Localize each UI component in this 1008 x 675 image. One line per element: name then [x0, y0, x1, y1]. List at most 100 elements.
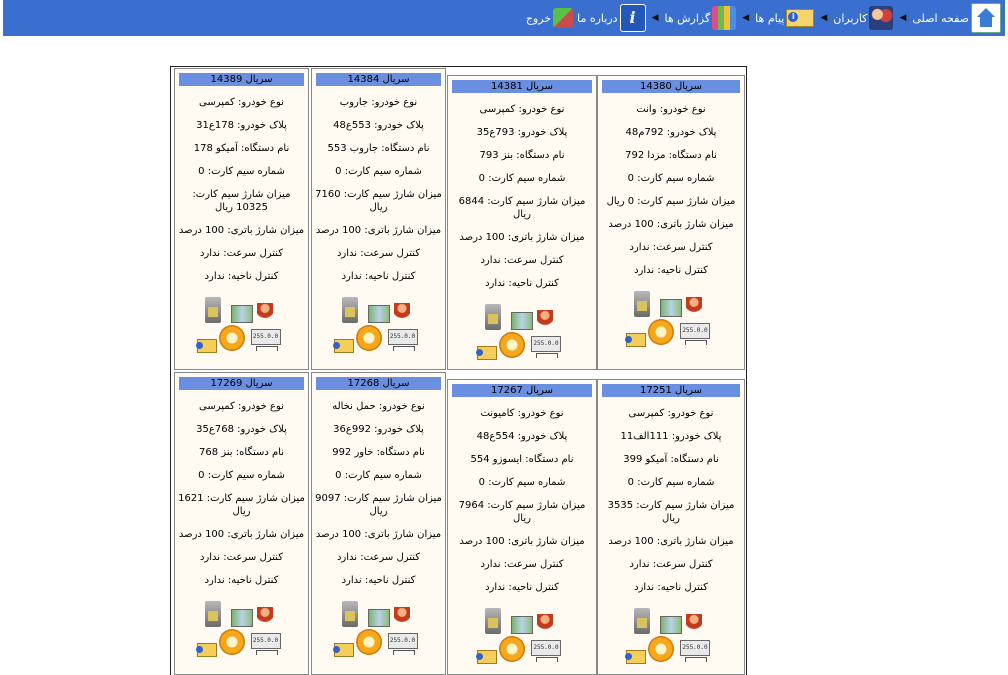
send-message-icon[interactable]	[625, 333, 646, 347]
map-icon[interactable]	[511, 616, 533, 634]
zone-control: کنترل ناحیه: ندارد	[485, 278, 559, 289]
sim-card-icon[interactable]	[341, 601, 358, 627]
map-icon[interactable]	[660, 616, 682, 634]
map-icon[interactable]	[367, 609, 390, 627]
driver-icon[interactable]	[256, 303, 273, 321]
network-ip-icon[interactable]: 255.0.0	[680, 640, 710, 662]
sim-number: شماره سیم کارت: 0	[627, 477, 715, 488]
send-message-icon[interactable]	[476, 346, 497, 360]
refresh-icon[interactable]	[218, 325, 245, 351]
message-icon	[786, 9, 815, 27]
refresh-icon[interactable]	[355, 629, 382, 655]
speed-control: کنترل سرعت: ندارد	[480, 255, 564, 266]
battery-charge: میزان شارژ باتری: 100 درصد	[608, 536, 734, 547]
send-message-icon[interactable]	[195, 339, 217, 353]
network-ip-icon[interactable]: 255.0.0	[531, 336, 561, 358]
nav-about-label: درباره ما	[577, 11, 618, 25]
vehicle-type: نوع خودرو: کامیونت	[480, 408, 564, 419]
vehicle-serial-title[interactable]: سریال 17267	[452, 384, 592, 397]
sim-charge: میزان شارژ سیم کارت: 7964 ریال	[458, 500, 586, 524]
network-ip-icon[interactable]: 255.0.0	[250, 329, 281, 351]
network-ip-icon[interactable]: 255.0.0	[387, 329, 418, 351]
refresh-icon[interactable]	[218, 629, 245, 655]
zone-control: کنترل ناحیه: ندارد	[341, 271, 416, 282]
sim-charge: میزان شارژ سیم کارت: 6844 ریال	[458, 196, 586, 220]
nav-users[interactable]: کاربران	[833, 6, 894, 30]
driver-icon[interactable]	[393, 607, 410, 625]
send-message-icon[interactable]	[195, 643, 217, 657]
sim-charge: میزان شارژ سیم کارت: 7160 ریال	[315, 189, 442, 213]
driver-icon[interactable]	[686, 297, 702, 315]
map-icon[interactable]	[660, 299, 682, 317]
vehicle-plate: پلاک خودرو: 792م48	[625, 127, 717, 138]
map-icon[interactable]	[511, 312, 533, 330]
speed-control: کنترل سرعت: ندارد	[336, 248, 421, 259]
refresh-icon[interactable]	[355, 325, 382, 351]
device-name: نام دستگاه: ایسوزو 554	[470, 454, 574, 465]
exit-icon	[553, 8, 574, 28]
vehicle-card: سریال 17267 نوع خودرو: کامیونت پلاک خودر…	[447, 379, 597, 675]
nav-separator-icon: ◀	[742, 13, 750, 23]
sim-number: شماره سیم کارت: 0	[627, 173, 715, 184]
vehicle-serial-title[interactable]: سریال 14380	[602, 80, 740, 93]
refresh-icon[interactable]	[648, 319, 674, 345]
send-message-icon[interactable]	[332, 339, 354, 353]
battery-charge: میزان شارژ باتری: 100 درصد	[315, 529, 442, 540]
nav-home[interactable]: صفحه اصلی	[912, 3, 1001, 33]
refresh-icon[interactable]	[499, 332, 525, 358]
nav-exit[interactable]: خروج	[525, 8, 574, 28]
sim-card-icon[interactable]	[634, 608, 650, 634]
nav-reports[interactable]: گزارش ها	[664, 6, 737, 30]
send-message-icon[interactable]	[625, 650, 646, 664]
vehicle-plate: پلاک خودرو: 992ع36	[333, 424, 424, 435]
driver-icon[interactable]	[686, 614, 702, 632]
speed-control: کنترل سرعت: ندارد	[629, 559, 713, 570]
card-actions: 255.0.0	[332, 297, 424, 357]
send-message-icon[interactable]	[476, 650, 497, 664]
vehicle-serial-title[interactable]: سریال 14384	[316, 73, 441, 86]
vehicle-serial-title[interactable]: سریال 17269	[179, 377, 304, 390]
vehicle-type: نوع خودرو: کمپرسی	[199, 401, 284, 412]
vehicle-plate: پلاک خودرو: 554ع48	[476, 431, 568, 442]
driver-icon[interactable]	[256, 607, 273, 625]
network-ip-icon[interactable]: 255.0.0	[680, 323, 710, 345]
driver-icon[interactable]	[537, 614, 553, 632]
driver-icon[interactable]	[537, 310, 553, 328]
send-message-icon[interactable]	[332, 643, 354, 657]
vehicle-type: نوع خودرو: جاروب	[339, 97, 418, 108]
network-ip-icon[interactable]: 255.0.0	[250, 633, 281, 655]
refresh-icon[interactable]	[499, 636, 525, 662]
sim-card-icon[interactable]	[634, 291, 650, 317]
network-ip-icon[interactable]: 255.0.0	[531, 640, 561, 662]
vehicle-serial-title[interactable]: سریال 14381	[452, 80, 592, 93]
map-icon[interactable]	[367, 305, 390, 323]
sim-number: شماره سیم کارت: 0	[478, 477, 566, 488]
sim-card-icon[interactable]	[204, 601, 221, 627]
vehicle-serial-title[interactable]: سریال 14389	[179, 73, 304, 86]
vehicle-serial-title[interactable]: سریال 17268	[316, 377, 441, 390]
vehicle-type: نوع خودرو: کمپرسی	[628, 408, 714, 419]
driver-icon[interactable]	[393, 303, 410, 321]
map-icon[interactable]	[230, 305, 253, 323]
refresh-icon[interactable]	[648, 636, 674, 662]
zone-control: کنترل ناحیه: ندارد	[485, 582, 559, 593]
vehicle-card: سریال 17269 نوع خودرو: کمپرسی پلاک خودرو…	[174, 372, 309, 675]
nav-messages[interactable]: پیام ها	[755, 9, 815, 27]
nav-about[interactable]: i درباره ما	[577, 4, 646, 32]
device-name: نام دستگاه: مزدا 792	[625, 150, 717, 161]
map-icon[interactable]	[230, 609, 253, 627]
vehicle-card: سریال 17251 نوع خودرو: کمپرسی پلاک خودرو…	[597, 379, 745, 675]
device-name: نام دستگاه: جاروب 553	[327, 143, 430, 154]
vehicle-type: نوع خودرو: وانت	[636, 104, 706, 115]
sim-card-icon[interactable]	[204, 297, 221, 323]
device-name: نام دستگاه: خاور 992	[332, 447, 425, 458]
network-ip-icon[interactable]: 255.0.0	[387, 633, 418, 655]
card-actions: 255.0.0	[625, 291, 716, 351]
vehicle-serial-title[interactable]: سریال 17251	[602, 384, 740, 397]
sim-card-icon[interactable]	[485, 304, 501, 330]
nav-exit-label: خروج	[525, 11, 552, 25]
sim-charge: میزان شارژ سیم کارت: 3535 ریال	[607, 500, 735, 524]
vehicle-plate: پلاک خودرو: 178ع31	[196, 120, 287, 131]
sim-card-icon[interactable]	[485, 608, 501, 634]
sim-card-icon[interactable]	[341, 297, 358, 323]
